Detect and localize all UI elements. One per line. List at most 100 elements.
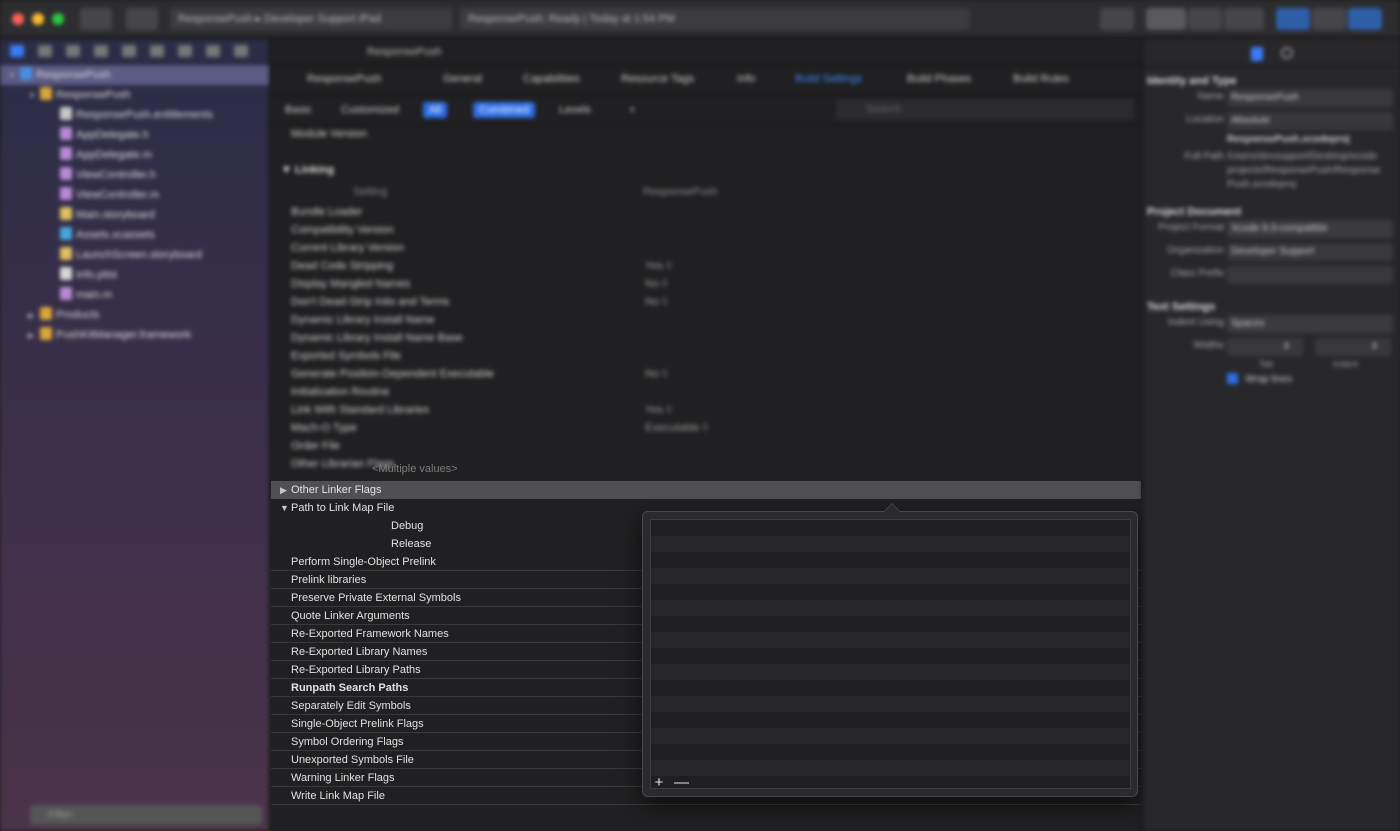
filter-levels-button[interactable]: Levels xyxy=(553,102,597,118)
value-list-row[interactable] xyxy=(651,712,1130,728)
setting-row[interactable]: Module Version xyxy=(271,125,1141,143)
setting-value[interactable]: Yes ◊ xyxy=(645,257,671,275)
value-list-row[interactable] xyxy=(651,616,1130,632)
setting-value[interactable]: Executable ◊ xyxy=(645,419,708,437)
value-list-row[interactable] xyxy=(651,728,1130,744)
scheme-selector[interactable]: ResponsePush ▸ Developer Support iPad xyxy=(170,8,452,30)
zoom-window-button[interactable] xyxy=(52,13,64,25)
setting-row[interactable]: Compatibility Version xyxy=(271,221,1141,239)
value-list-row[interactable] xyxy=(651,584,1130,600)
target-selector[interactable]: ResponsePush xyxy=(307,73,382,85)
disclosure-triangle-icon[interactable]: ▼ xyxy=(8,66,20,86)
report-navigator-tab[interactable] xyxy=(234,45,248,57)
navigator-toggle-button[interactable] xyxy=(1276,8,1310,30)
tab-build-settings[interactable]: Build Settings xyxy=(795,73,862,85)
linking-section-header[interactable]: ▼ Linking xyxy=(271,159,1141,181)
wrap-lines-checkbox[interactable] xyxy=(1227,373,1238,384)
find-navigator-tab[interactable] xyxy=(94,45,108,57)
filter-combined-button[interactable]: Combined xyxy=(473,102,536,118)
navigator-item[interactable]: ▼ ResponsePush xyxy=(0,85,269,105)
indent-width-stepper[interactable]: 4 xyxy=(1315,338,1391,356)
setting-row[interactable]: Dead Code Stripping Yes ◊ xyxy=(271,257,1141,275)
filter-all-button[interactable]: All xyxy=(423,102,448,118)
indent-using-popup[interactable]: Spaces xyxy=(1227,315,1393,333)
source-control-tab[interactable] xyxy=(38,45,52,57)
disclosure-triangle-icon[interactable]: ▼ xyxy=(28,86,40,106)
standard-editor-button[interactable] xyxy=(1146,8,1186,30)
disclosure-collapsed-icon[interactable]: ▶ xyxy=(280,481,287,499)
disclosure-triangle-icon[interactable]: ▶ xyxy=(28,326,40,346)
close-window-button[interactable] xyxy=(12,13,24,25)
value-list-row[interactable] xyxy=(651,552,1130,568)
disclosure-expanded-icon[interactable]: ▼ xyxy=(280,499,289,517)
navigator-item[interactable]: ViewController.h xyxy=(0,165,269,185)
tab-width-stepper[interactable]: 4 xyxy=(1227,338,1303,356)
setting-row[interactable]: Order File xyxy=(271,437,1141,455)
navigator-item[interactable]: ResponsePush.entitlements xyxy=(0,105,269,125)
project-navigator-tab[interactable] xyxy=(10,45,24,57)
value-list-row[interactable] xyxy=(651,744,1130,760)
filter-basic-button[interactable]: Basic xyxy=(279,102,318,118)
setting-row[interactable]: ▶ Other Linker Flags xyxy=(271,481,1141,499)
file-inspector-tab-icon[interactable] xyxy=(1251,47,1263,61)
navigator-item[interactable]: AppDelegate.h xyxy=(0,125,269,145)
version-editor-button[interactable] xyxy=(1224,8,1264,30)
inspector-toggle-button[interactable] xyxy=(1348,8,1382,30)
setting-row[interactable]: Initialization Routine xyxy=(271,383,1141,401)
organization-field[interactable]: Developer Support xyxy=(1227,243,1393,261)
setting-row[interactable]: Don't Dead-Strip Inits and Terms No ◊ xyxy=(271,293,1141,311)
setting-row[interactable]: Current Library Version xyxy=(271,239,1141,257)
add-value-button[interactable]: + xyxy=(652,774,666,792)
class-prefix-field[interactable] xyxy=(1227,266,1393,284)
setting-value[interactable]: No ◊ xyxy=(645,365,668,383)
navigator-item[interactable]: main.m xyxy=(0,285,269,305)
setting-value[interactable]: No ◊ xyxy=(645,293,668,311)
navigator-filter-field[interactable]: Filter xyxy=(30,805,262,825)
tab-capabilities[interactable]: Capabilities xyxy=(523,73,580,85)
location-popup[interactable]: Absolute xyxy=(1227,112,1393,130)
name-field[interactable]: ResponsePush xyxy=(1227,89,1393,107)
value-list-row[interactable] xyxy=(651,696,1130,712)
navigator-item[interactable]: LaunchScreen.storyboard xyxy=(0,245,269,265)
navigator-item[interactable]: Info.plist xyxy=(0,265,269,285)
jump-bar[interactable]: ResponsePush xyxy=(271,39,1141,65)
breakpoint-navigator-tab[interactable] xyxy=(206,45,220,57)
value-list-row[interactable] xyxy=(651,568,1130,584)
tab-build-phases[interactable]: Build Phases xyxy=(907,73,971,85)
setting-value[interactable]: No ◊ xyxy=(645,275,668,293)
navigator-item[interactable]: ▶ PushKitManager.framework xyxy=(0,325,269,345)
add-build-setting-button[interactable]: + xyxy=(623,102,641,118)
run-button[interactable] xyxy=(80,8,112,30)
value-list-row[interactable] xyxy=(651,600,1130,616)
setting-row[interactable]: Link With Standard Libraries Yes ◊ xyxy=(271,401,1141,419)
setting-value[interactable]: Yes ◊ xyxy=(645,401,671,419)
navigator-item[interactable]: Main.storyboard xyxy=(0,205,269,225)
setting-row[interactable]: Display Mangled Names No ◊ xyxy=(271,275,1141,293)
tab-resource-tags[interactable]: Resource Tags xyxy=(621,73,694,85)
setting-row[interactable]: Dynamic Library Install Name Base xyxy=(271,329,1141,347)
navigator-item[interactable]: AppDelegate.m xyxy=(0,145,269,165)
test-navigator-tab[interactable] xyxy=(150,45,164,57)
stop-button[interactable] xyxy=(126,8,158,30)
project-format-popup[interactable]: Xcode 9.3-compatible xyxy=(1227,220,1393,238)
library-button[interactable] xyxy=(1100,8,1134,30)
value-list-row[interactable] xyxy=(651,520,1130,536)
disclosure-triangle-icon[interactable]: ▶ xyxy=(28,306,40,326)
value-list-table[interactable] xyxy=(650,519,1131,789)
debug-navigator-tab[interactable] xyxy=(178,45,192,57)
minimize-window-button[interactable] xyxy=(32,13,44,25)
assistant-editor-button[interactable] xyxy=(1188,8,1222,30)
value-list-row[interactable] xyxy=(651,776,1130,788)
navigator-item[interactable]: ▶ Products xyxy=(0,305,269,325)
help-inspector-tab-icon[interactable] xyxy=(1281,47,1293,59)
setting-row[interactable]: Exported Symbols File xyxy=(271,347,1141,365)
value-list-row[interactable] xyxy=(651,760,1130,776)
setting-row[interactable]: Dynamic Library Install Name xyxy=(271,311,1141,329)
tab-general[interactable]: General xyxy=(443,73,482,85)
issue-navigator-tab[interactable] xyxy=(122,45,136,57)
value-list-row[interactable] xyxy=(651,632,1130,648)
build-settings-search-field[interactable]: Search xyxy=(836,99,1134,120)
setting-row[interactable]: Generate Position-Dependent Executable No… xyxy=(271,365,1141,383)
navigator-item[interactable]: ViewController.m xyxy=(0,185,269,205)
setting-row[interactable]: Mach-O Type Executable ◊ xyxy=(271,419,1141,437)
